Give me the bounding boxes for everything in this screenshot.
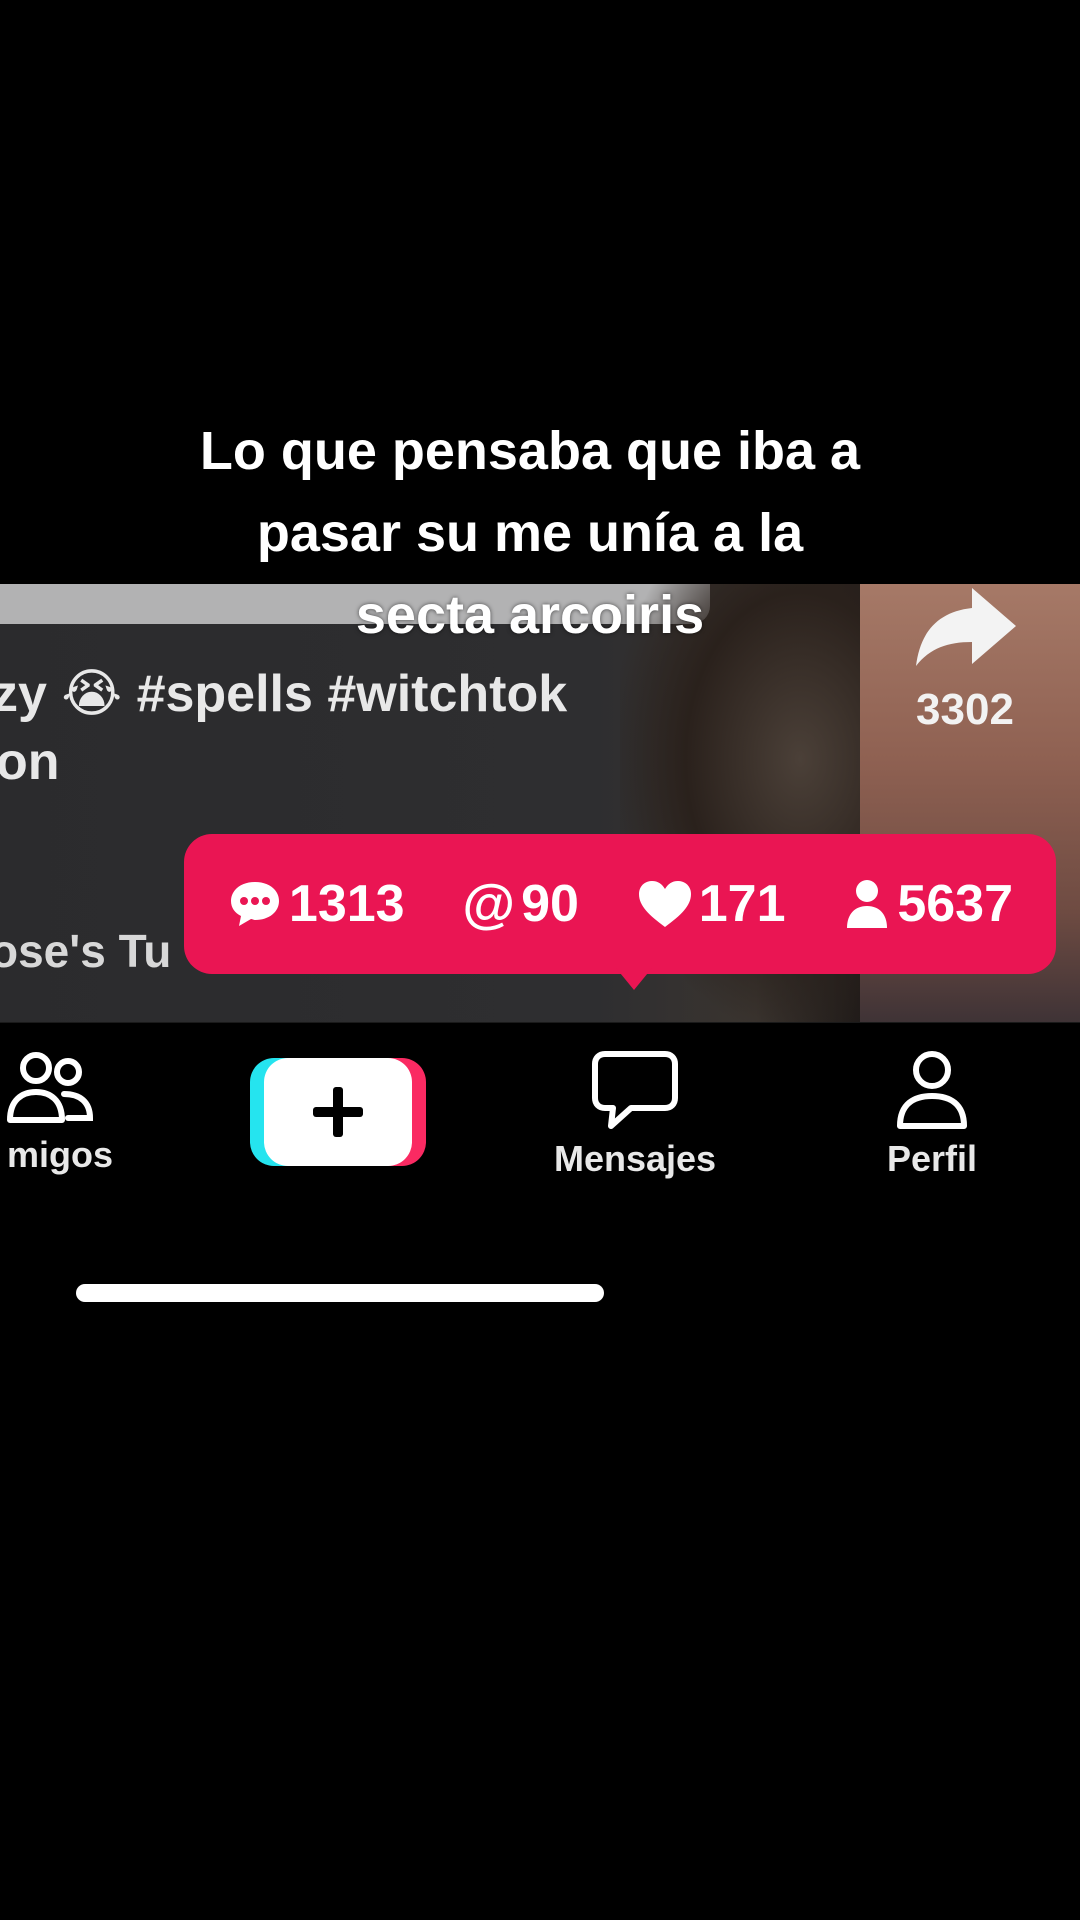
bottom-nav: migos Mensajes Perfil [0,1040,1080,1200]
nav-label-messages: Mensajes [553,1138,717,1179]
stat-mentions: @ 90 [462,873,579,935]
messages-icon [592,1051,678,1129]
video-author: ose's Tu [0,925,172,977]
video-caption-line1: zy 😭 #spells #witchtok [0,665,568,723]
stat-followers: 5637 [843,874,1013,934]
nav-label-friends: migos [6,1134,113,1175]
stat-likes-value: 171 [698,875,786,933]
profile-icon [897,1051,967,1129]
home-indicator[interactable] [76,1284,604,1302]
nav-item-profile[interactable]: Perfil [862,1048,1002,1180]
share-count: 3302 [916,685,1014,734]
nav-item-friends[interactable]: migos [0,1048,130,1176]
stat-likes: 171 [637,874,786,934]
overlay-line-3: secta arcoiris [355,585,705,645]
create-button[interactable] [250,1058,426,1166]
nav-divider [0,1022,1080,1023]
overlay-caption: Lo que pensaba que iba a pasar su me uní… [100,410,960,656]
overlay-line-2: pasar su me unía a la [256,503,804,563]
person-icon [847,880,888,928]
video-caption-line2: on [0,733,60,791]
stat-mentions-value: 90 [521,875,579,933]
create-plus-icon [313,1087,363,1137]
stats-pill: 1313 @ 90 171 5637 [184,834,1056,974]
nav-label-profile: Perfil [886,1138,978,1179]
at-icon: @ [462,874,516,934]
stats-pill-tail [616,968,652,990]
overlay-line-1: Lo que pensaba que iba a [199,421,861,481]
create-button-face [264,1058,412,1166]
nav-item-messages[interactable]: Mensajes [530,1048,740,1180]
stat-comments: 1313 [227,874,405,934]
comment-bubble-icon [230,882,279,926]
stat-followers-value: 5637 [897,875,1014,933]
heart-icon [638,881,691,927]
stat-comments-value: 1313 [288,875,405,933]
friends-icon [7,1052,94,1123]
